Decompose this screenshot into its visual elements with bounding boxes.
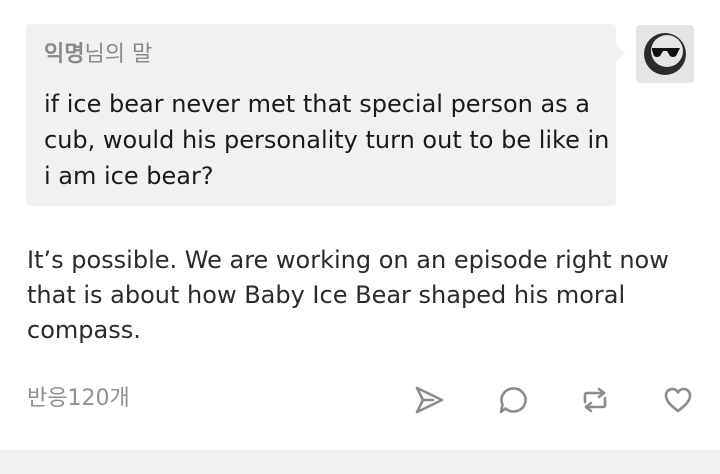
post-card: 익명님의 말 if ice bear never met that specia… (0, 0, 720, 450)
like-icon (664, 387, 692, 413)
share-button[interactable] (411, 382, 447, 418)
asker-suffix: 님의 말 (84, 42, 153, 67)
asker-avatar[interactable] (636, 25, 694, 83)
asker-name[interactable]: 익명 (44, 42, 84, 67)
reply-button[interactable] (494, 382, 530, 418)
reblog-button[interactable] (577, 382, 613, 418)
asker-line: 익명님의 말 (44, 40, 152, 70)
share-icon (415, 386, 444, 414)
question-text: if ice bear never met that special perso… (44, 90, 610, 190)
notes-count[interactable]: 반응120개 (27, 384, 130, 414)
reply-icon (499, 387, 527, 414)
post-footer: 반응120개 (27, 382, 697, 418)
ask-bubble: 익명님의 말 if ice bear never met that specia… (26, 24, 625, 206)
answer-text: It’s possible. We are working on an epis… (27, 246, 669, 344)
reblog-icon (583, 387, 607, 413)
like-button[interactable] (660, 382, 696, 418)
sunglasses-face-icon (644, 33, 686, 75)
